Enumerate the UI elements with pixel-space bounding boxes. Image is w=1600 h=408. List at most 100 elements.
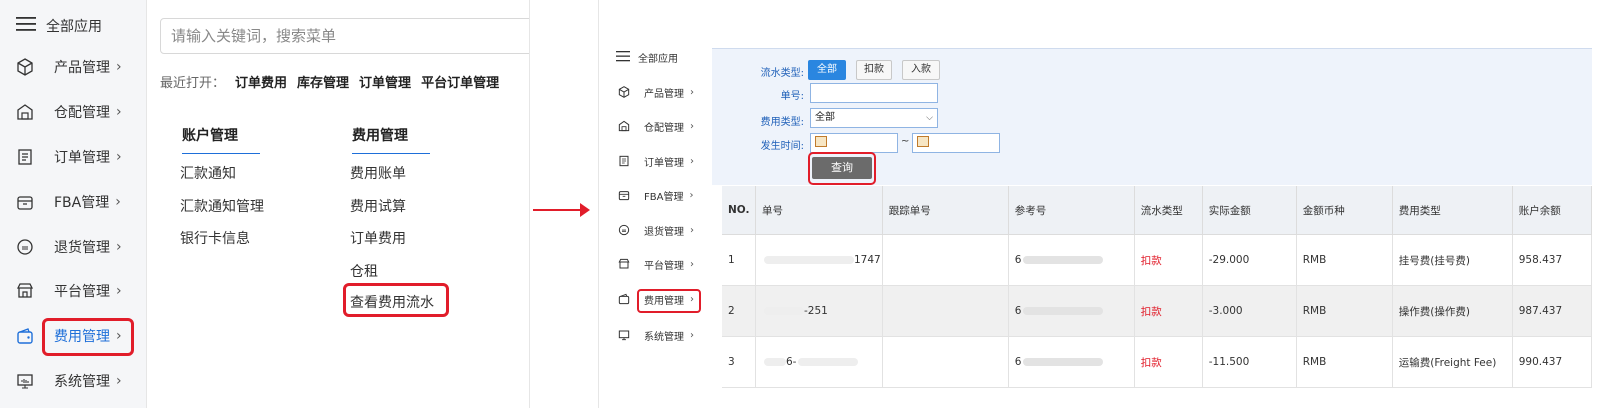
sidebar-item-platform[interactable]: 平台管理 › [14, 273, 142, 309]
cell-balance: 958.437 [1512, 234, 1593, 286]
sidebar-item-return[interactable]: 退货管理 › [616, 217, 694, 243]
sidebar-item-warehouse[interactable]: 仓配管理 › [616, 113, 694, 139]
order-icon [14, 147, 36, 167]
sidebar-item-label: 仓配管理 [644, 122, 684, 134]
menu-link[interactable]: 费用试算 [350, 196, 406, 216]
col-fee-type: 费用类型 [1392, 186, 1513, 235]
chevron-right-icon: › [116, 373, 122, 389]
menu-link[interactable]: 订单费用 [350, 228, 406, 248]
menu-link[interactable]: 汇款通知管理 [180, 196, 264, 216]
sidebar-item-product[interactable]: 产品管理 › [14, 49, 142, 85]
sidebar-item-label: 系统管理 [54, 374, 110, 390]
store-icon [616, 258, 632, 270]
cell-amount: -3.000 [1202, 285, 1297, 337]
chevron-right-icon: › [689, 189, 694, 201]
sidebar-item-order[interactable]: 订单管理 › [616, 148, 694, 174]
cell-fee-type: 挂号费(挂号费) [1392, 234, 1513, 286]
menu-link[interactable]: 仓租 [350, 261, 378, 281]
cell-fee-type: 操作费(操作费) [1392, 285, 1513, 337]
box-icon [14, 192, 36, 212]
sidebar-item-label: 退货管理 [644, 226, 684, 238]
chevron-down-icon: ⌵ [926, 113, 933, 123]
box-icon [616, 189, 632, 201]
table-row[interactable]: 2 -251 6 扣款 -3.000 RMB 操作费(操作费) 987.437 [722, 285, 1593, 337]
sidebar-item-label: 订单管理 [644, 157, 684, 169]
col-ref-no: 参考号 [1008, 186, 1135, 235]
flow-type-all-button[interactable]: 全部 [808, 60, 846, 80]
calendar-icon [917, 135, 929, 147]
recent-label: 最近打开： [160, 76, 226, 91]
cube-icon [14, 57, 36, 77]
menu-link[interactable]: 汇款通知 [180, 163, 236, 183]
column-title-account: 账户管理 [182, 125, 260, 154]
chevron-right-icon: › [116, 239, 122, 255]
chevron-right-icon: › [690, 120, 694, 132]
highlight-box [42, 318, 134, 356]
warehouse-icon [14, 102, 36, 122]
cell-flow-type: 扣款 [1134, 285, 1203, 337]
all-apps-header[interactable]: 全部应用 [16, 16, 102, 36]
recent-link[interactable]: 库存管理 [297, 76, 349, 91]
calendar-icon [815, 135, 827, 147]
cell-currency: RMB [1296, 285, 1393, 337]
cell-balance: 990.437 [1512, 336, 1593, 388]
sidebar-item-label: 系统管理 [644, 331, 684, 343]
fee-type-label: 费用类型: [760, 117, 804, 128]
menu-link[interactable]: 费用账单 [350, 163, 406, 183]
cell-balance: 987.437 [1512, 285, 1593, 337]
monitor-icon [616, 329, 632, 341]
cell-tracking-no [882, 234, 1009, 286]
sidebar-item-fba[interactable]: FBA管理 › [616, 182, 693, 208]
store-icon [14, 281, 36, 301]
sidebar-item-return[interactable]: 退货管理 › [14, 229, 142, 265]
sidebar-item-label: FBA管理 [644, 191, 684, 203]
col-currency: 金额币种 [1296, 186, 1393, 235]
return-icon [14, 237, 36, 257]
redacted-block [764, 307, 804, 315]
start-date-input[interactable] [810, 133, 898, 153]
all-apps-label: 全部应用 [638, 54, 678, 65]
menu-icon [16, 16, 36, 36]
column-title-expense: 费用管理 [352, 125, 430, 154]
recent-link[interactable]: 订单管理 [359, 76, 411, 91]
table-row[interactable]: 3 6- 6 扣款 -11.500 RMB 运输费(Freight Fee) 9… [722, 336, 1593, 388]
sidebar-item-platform[interactable]: 平台管理 › [616, 251, 694, 277]
recent-link[interactable]: 订单费用 [235, 76, 287, 91]
fee-type-select[interactable]: 全部 ⌵ [810, 108, 938, 128]
menu-panel: 请输入关键词，搜索菜单 最近打开： 订单费用 库存管理 订单管理 平台订单管理 账户管理… [147, 0, 530, 408]
cell-flow-type: 扣款 [1134, 234, 1203, 286]
sidebar-item-fba[interactable]: FBA管理 › [14, 184, 142, 220]
flow-type-credit-button[interactable]: 入款 [902, 60, 940, 80]
sidebar-item-system[interactable]: 系统管理 › [616, 322, 694, 348]
wallet-icon [14, 326, 36, 346]
chevron-right-icon: › [690, 258, 694, 270]
chevron-right-icon: › [690, 86, 694, 98]
menu-link[interactable]: 银行卡信息 [180, 228, 250, 248]
cube-icon [616, 86, 632, 98]
sidebar-item-product[interactable]: 产品管理 › [616, 79, 694, 105]
recent-link[interactable]: 平台订单管理 [421, 76, 499, 91]
order-no-label: 单号: [780, 91, 804, 102]
end-date-input[interactable] [912, 133, 1000, 153]
sidebar-item-order[interactable]: 订单管理 › [14, 139, 142, 175]
cell-order-no: 6- [755, 336, 883, 388]
sidebar-item-warehouse[interactable]: 仓配管理 › [14, 94, 142, 130]
flow-type-label: 流水类型: [760, 68, 804, 79]
table-row[interactable]: 1 1747 6 扣款 -29.000 RMB 挂号费(挂号费) 958.437 [722, 234, 1593, 286]
sidebar-item-label: 订单管理 [54, 150, 110, 166]
order-no-input[interactable] [810, 83, 938, 103]
flow-type-debit-button[interactable]: 扣款 [856, 60, 892, 80]
all-apps-header[interactable]: 全部应用 [616, 50, 678, 65]
fee-type-value: 全部 [815, 112, 835, 123]
sidebar-item-system[interactable]: 系统管理 › [14, 363, 142, 399]
cell-currency: RMB [1296, 234, 1393, 286]
sidebar-item-label: 产品管理 [644, 88, 684, 100]
left-sidebar: 全部应用 产品管理 › 仓配管理 › 订单管理 › FBA管理 › 退货管理 ›… [0, 0, 147, 408]
arrow-right-icon [580, 203, 590, 217]
menu-search-input[interactable]: 请输入关键词，搜索菜单 [160, 18, 529, 54]
col-order-no: 单号 [755, 186, 883, 235]
sidebar-item-label: 平台管理 [54, 284, 110, 300]
chevron-right-icon: › [116, 104, 122, 120]
date-separator: ~ [901, 136, 910, 147]
cell-tracking-no [882, 336, 1009, 388]
